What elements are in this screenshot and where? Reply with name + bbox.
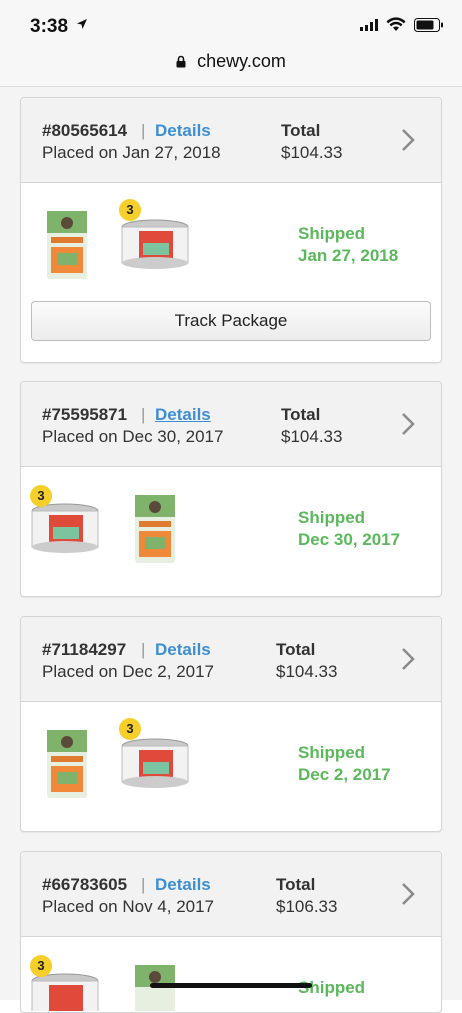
separator: | bbox=[141, 875, 146, 894]
order-number: #66783605 bbox=[42, 875, 128, 894]
total-label: Total bbox=[281, 121, 321, 140]
order-placed-date: Placed on Dec 30, 2017 bbox=[42, 427, 224, 446]
order-history-list: #80565614 | Details Placed on Jan 27, 20… bbox=[0, 87, 462, 1013]
order-card: #80565614 | Details Placed on Jan 27, 20… bbox=[20, 97, 442, 363]
status-bar: 3:38 bbox=[0, 0, 462, 44]
lock-icon bbox=[176, 55, 186, 68]
order-header[interactable]: #75595871 | Details Placed on Dec 30, 20… bbox=[21, 382, 441, 467]
shipped-date: Dec 2, 2017 bbox=[298, 765, 391, 784]
cat-food-can-image[interactable] bbox=[121, 738, 189, 790]
shipped-status: Shipped bbox=[298, 743, 366, 762]
chevron-right-icon[interactable] bbox=[401, 647, 415, 671]
cat-food-can-image[interactable] bbox=[31, 973, 99, 1011]
shipped-status: Shipped bbox=[298, 508, 366, 527]
order-body: 3 Shipped Jan 27, 2018 Track Package bbox=[21, 183, 441, 361]
quantity-badge: 3 bbox=[30, 485, 52, 507]
browser-address-bar[interactable]: chewy.com bbox=[0, 44, 462, 87]
order-body: 3 Shipped Dec 2, 2017 bbox=[21, 702, 441, 830]
shipped-status: Shipped bbox=[298, 224, 366, 243]
chevron-right-icon[interactable] bbox=[401, 882, 415, 906]
quantity-badge: 3 bbox=[119, 199, 141, 221]
separator: | bbox=[141, 640, 146, 659]
order-placed-date: Placed on Dec 2, 2017 bbox=[42, 662, 215, 681]
cat-food-can-image[interactable] bbox=[31, 503, 99, 555]
total-value: $104.33 bbox=[281, 143, 343, 162]
order-header[interactable]: #80565614 | Details Placed on Jan 27, 20… bbox=[21, 98, 441, 183]
order-header[interactable]: #71184297 | Details Placed on Dec 2, 201… bbox=[21, 617, 441, 702]
shipped-status: Shipped bbox=[298, 978, 366, 997]
status-time: 3:38 bbox=[30, 16, 69, 37]
details-link[interactable]: Details bbox=[155, 405, 211, 425]
cat-food-bag-image[interactable] bbox=[131, 493, 179, 565]
url-text: chewy.com bbox=[197, 50, 286, 71]
total-label: Total bbox=[276, 875, 316, 894]
details-link[interactable]: Details bbox=[155, 121, 211, 141]
cellular-signal-icon bbox=[360, 19, 378, 31]
total-label: Total bbox=[276, 640, 316, 659]
order-card: #66783605 | Details Placed on Nov 4, 201… bbox=[20, 851, 442, 1013]
details-link[interactable]: Details bbox=[155, 640, 211, 660]
total-label: Total bbox=[281, 405, 321, 424]
chevron-right-icon[interactable] bbox=[401, 412, 415, 436]
total-value: $104.33 bbox=[276, 662, 338, 681]
separator: | bbox=[141, 405, 146, 424]
order-number: #75595871 bbox=[42, 405, 128, 424]
track-package-button[interactable]: Track Package bbox=[31, 301, 431, 341]
order-number: #80565614 bbox=[42, 121, 128, 140]
home-indicator[interactable] bbox=[150, 983, 312, 988]
cat-food-bag-image[interactable] bbox=[43, 728, 91, 800]
quantity-badge: 3 bbox=[119, 718, 141, 740]
details-link[interactable]: Details bbox=[155, 875, 211, 895]
order-card: #71184297 | Details Placed on Dec 2, 201… bbox=[20, 616, 442, 832]
order-number: #71184297 bbox=[42, 640, 127, 659]
location-arrow-icon bbox=[77, 19, 87, 29]
cat-food-bag-image[interactable] bbox=[43, 209, 91, 281]
chevron-right-icon[interactable] bbox=[401, 128, 415, 152]
order-placed-date: Placed on Jan 27, 2018 bbox=[42, 143, 221, 162]
total-value: $106.33 bbox=[276, 897, 338, 916]
order-card: #75595871 | Details Placed on Dec 30, 20… bbox=[20, 381, 442, 597]
quantity-badge: 3 bbox=[30, 955, 52, 977]
shipped-date: Dec 30, 2017 bbox=[298, 530, 401, 549]
order-placed-date: Placed on Nov 4, 2017 bbox=[42, 897, 215, 916]
cat-food-can-image[interactable] bbox=[121, 219, 189, 271]
separator: | bbox=[141, 121, 146, 140]
shipped-date: Jan 27, 2018 bbox=[298, 246, 399, 265]
order-body: 3 Shipped Dec 30, 2017 bbox=[21, 467, 441, 595]
total-value: $104.33 bbox=[281, 427, 343, 446]
wifi-icon bbox=[386, 17, 406, 31]
battery-icon bbox=[414, 18, 443, 32]
order-header[interactable]: #66783605 | Details Placed on Nov 4, 201… bbox=[21, 852, 441, 937]
